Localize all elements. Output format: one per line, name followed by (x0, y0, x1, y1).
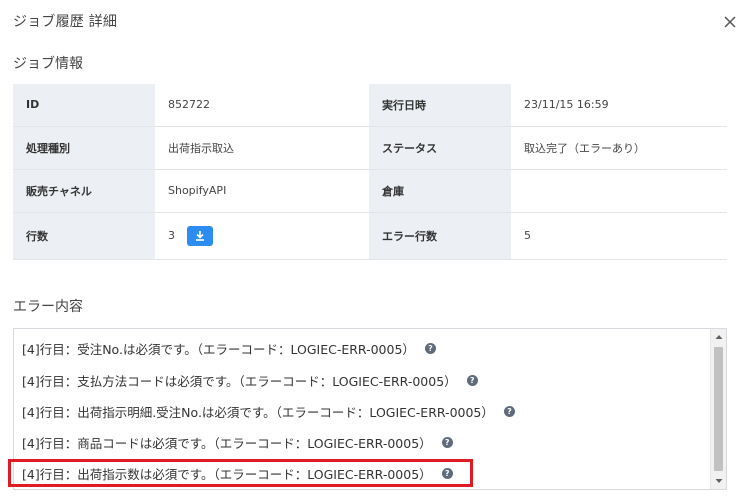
label-executed-at: 実行日時 (369, 84, 511, 127)
value-row-count: 3 (168, 228, 175, 242)
label-sales-channel: 販売チャネル (13, 169, 155, 213)
job-history-detail-dialog: ジョブ履歴 詳細 ジョブ情報 ID 852722 実行日時 23/11/15 1… (0, 0, 746, 503)
error-message: [4]行目：受注No.は必須です。（エラーコード：LOGIEC-ERR-0005… (22, 342, 415, 357)
close-icon (724, 16, 736, 28)
value-warehouse (511, 169, 727, 213)
scroll-up-button[interactable] (711, 329, 726, 345)
list-item: [4]行目：支払方法コードは必須です。（エラーコード：LOGIEC-ERR-00… (22, 371, 478, 390)
value-sales-channel: ShopifyAPI (155, 169, 369, 213)
value-status: 取込完了（エラーあり） (511, 126, 727, 170)
question-icon[interactable]: ? (503, 406, 515, 417)
chevron-down-icon (715, 479, 723, 483)
scrollbar[interactable] (710, 329, 726, 489)
close-button[interactable] (720, 12, 740, 32)
table-row: 処理種別 出荷指示取込 ステータス 取込完了（エラーあり） (13, 126, 727, 170)
dialog-title: ジョブ履歴 詳細 (13, 14, 118, 30)
scroll-thumb[interactable] (714, 347, 723, 471)
value-executed-at: 23/11/15 16:59 (511, 84, 727, 127)
label-status: ステータス (369, 126, 511, 170)
job-info-section-title: ジョブ情報 (13, 56, 83, 72)
value-row-count-cell: 3 (155, 212, 369, 260)
label-error-row-count: エラー行数 (369, 212, 511, 260)
job-info-table: ID 852722 実行日時 23/11/15 16:59 処理種別 出荷指示取… (13, 84, 727, 260)
scroll-down-button[interactable] (711, 473, 726, 489)
question-icon[interactable]: ? (424, 343, 436, 354)
table-row: 販売チャネル ShopifyAPI 倉庫 (13, 169, 727, 213)
download-button[interactable] (186, 225, 213, 246)
error-message: [4]行目：出荷指示数は必須です。（エラーコード：LOGIEC-ERR-0005… (22, 467, 432, 482)
label-row-count: 行数 (13, 212, 155, 260)
error-message: [4]行目：出荷指示明細.受注No.は必須です。（エラーコード：LOGIEC-E… (22, 405, 494, 420)
chevron-up-icon (715, 335, 723, 339)
value-id: 852722 (155, 84, 369, 127)
label-id: ID (13, 84, 155, 127)
list-item: [4]行目：受注No.は必須です。（エラーコード：LOGIEC-ERR-0005… (22, 339, 436, 358)
value-error-row-count: 5 (511, 212, 727, 260)
download-icon (195, 230, 204, 241)
error-list-box[interactable]: [4]行目：受注No.は必須です。（エラーコード：LOGIEC-ERR-0005… (13, 328, 727, 490)
table-row: ID 852722 実行日時 23/11/15 16:59 (13, 84, 727, 127)
list-item: [4]行目：出荷指示数は必須です。（エラーコード：LOGIEC-ERR-0005… (22, 464, 453, 483)
list-item: [4]行目：出荷指示明細.受注No.は必須です。（エラーコード：LOGIEC-E… (22, 402, 515, 421)
table-row: 行数 3 エラー行数 5 (13, 212, 727, 260)
error-message: [4]行目：商品コードは必須です。（エラーコード：LOGIEC-ERR-0005… (22, 436, 432, 451)
question-icon[interactable]: ? (466, 375, 478, 386)
question-icon[interactable]: ? (441, 437, 453, 448)
error-message: [4]行目：支払方法コードは必須です。（エラーコード：LOGIEC-ERR-00… (22, 374, 457, 389)
label-warehouse: 倉庫 (369, 169, 511, 213)
label-process-type: 処理種別 (13, 126, 155, 170)
list-item: [4]行目：商品コードは必須です。（エラーコード：LOGIEC-ERR-0005… (22, 433, 453, 452)
value-process-type: 出荷指示取込 (155, 126, 369, 170)
question-icon[interactable]: ? (441, 468, 453, 479)
error-section-title: エラー内容 (13, 299, 83, 315)
